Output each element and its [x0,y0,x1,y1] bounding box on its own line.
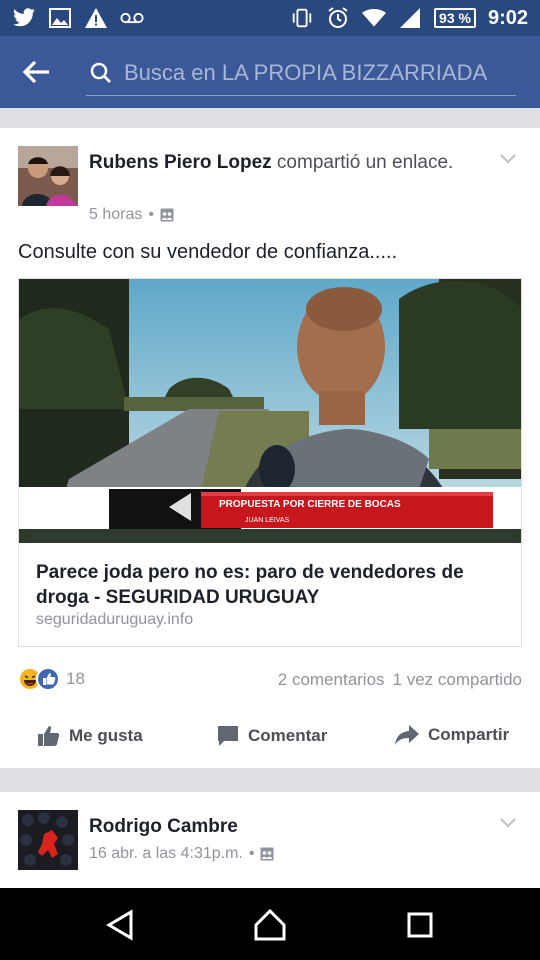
shares-count[interactable]: 1 vez compartido [393,670,522,690]
link-title: Parece joda pero no es: paro de vendedor… [36,562,464,608]
reaction-count: 18 [66,669,85,688]
comments-count[interactable]: 2 comentarios [278,670,385,690]
clock: 9:02 [487,6,528,29]
share-arrow-icon [395,725,419,745]
author-avatar[interactable] [18,810,78,870]
post-header: Rubens Piero Lopez compartió un enlace. [89,150,469,176]
post-meta: 16 abr. a las 4:31p.m. • [89,845,274,863]
comment-button-label: Comentar [248,726,328,745]
like-icon [36,667,60,691]
thumbs-up-icon [38,726,60,746]
like-button[interactable]: Me gusta [37,724,143,748]
vibrate-icon [290,7,314,29]
search-placeholder: Busca en LA PROPIA BIZZARRIADA [124,59,488,85]
system-nav-bar [0,888,540,960]
home-icon [254,908,286,941]
share-button-label: Compartir [428,725,510,744]
comment-icon [218,726,238,746]
twitter-icon [12,7,36,29]
search-icon [86,62,116,84]
group-icon [160,208,174,222]
author-name[interactable]: Rodrigo Cambre [89,816,238,837]
like-button-label: Me gusta [69,726,143,745]
chevron-down-icon[interactable] [498,148,518,168]
news-caption-name: JUAN LEIVAS [245,517,290,524]
battery-level: 93 % [434,8,476,28]
feed-gap [0,108,540,128]
reactions-summary[interactable]: 18 [18,667,85,691]
back-triangle-icon [106,909,133,941]
post-time[interactable]: 5 horas [89,206,142,224]
share-button[interactable]: Compartir [394,724,509,746]
wifi-icon [362,7,387,29]
group-icon [260,847,274,861]
feed-post: Rodrigo Cambre 16 abr. a las 4:31p.m. • [0,792,540,888]
search-input[interactable]: Busca en LA PROPIA BIZZARRIADA [86,50,516,96]
back-arrow-icon [22,60,49,84]
chevron-down-icon[interactable] [498,812,518,832]
share-action-text: compartió un enlace. [271,152,454,173]
image-icon [48,7,72,29]
post-actions: Me gusta Comentar Compartir [0,712,540,762]
meta-separator: • [248,845,255,862]
shared-link-card[interactable]: PROPUESTA POR CIERRE DE BOCAS JUAN LEIVA… [18,278,522,647]
voicemail-icon [120,7,144,29]
alarm-icon [326,7,350,29]
nav-home-button[interactable] [253,908,287,942]
feed-gap [0,768,540,792]
meta-separator: • [148,206,154,223]
recents-icon [407,912,433,938]
back-button[interactable] [0,36,72,108]
signal-icon [398,7,422,29]
post-meta: 5 horas • [89,206,174,224]
link-preview-image: PROPUESTA POR CIERRE DE BOCAS JUAN LEIVA… [19,279,521,543]
link-domain: seguridaduruguay.info [36,611,194,628]
nav-recents-button[interactable] [403,908,437,942]
author-name[interactable]: Rubens Piero Lopez [89,152,272,173]
top-bar: Busca en LA PROPIA BIZZARRIADA [0,36,540,108]
post-text: Consulte con su vendedor de confianza...… [18,241,398,263]
post-time[interactable]: 16 abr. a las 4:31p.m. [89,845,243,863]
post-header: Rodrigo Cambre [89,814,469,840]
engagement-counts: 2 comentarios 1 vez compartido [278,670,522,690]
comment-button[interactable]: Comentar [216,724,327,748]
warning-icon [84,7,108,29]
nav-back-button[interactable] [103,908,137,942]
status-bar: 93 % 9:02 [0,0,540,36]
news-caption-title: PROPUESTA POR CIERRE DE BOCAS [219,499,401,510]
author-avatar[interactable] [18,146,78,206]
feed-post: Rubens Piero Lopez compartió un enlace. … [0,128,540,768]
